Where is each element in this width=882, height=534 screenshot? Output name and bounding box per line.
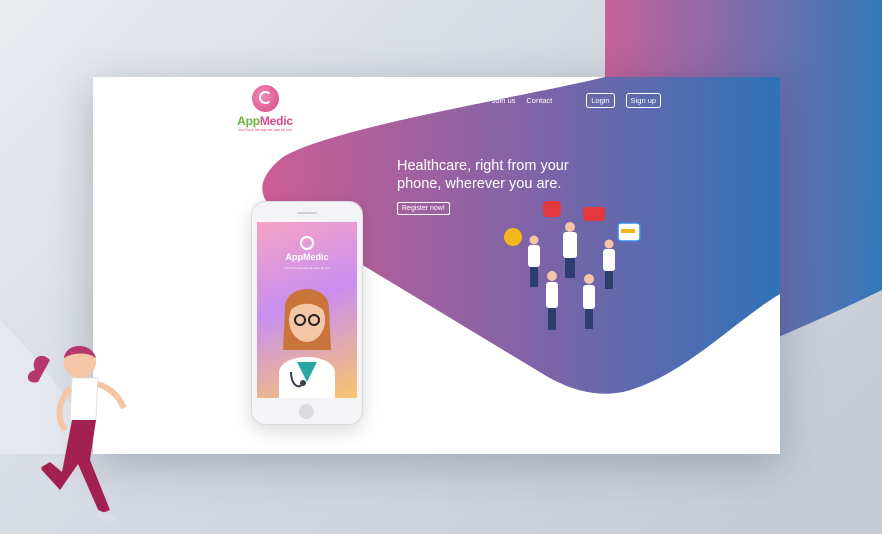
logo-icon xyxy=(251,85,279,112)
nav-home[interactable]: Home xyxy=(430,96,450,105)
signup-button[interactable]: Sign up xyxy=(625,93,662,108)
nav-about[interactable]: About xyxy=(461,96,481,105)
phone-speaker xyxy=(297,212,317,214)
phone-mockup: AppMedic You'll love the way we care for… xyxy=(251,201,363,425)
message-bubble-icon xyxy=(583,207,605,221)
top-nav: Home About Join us Contact Login Sign up xyxy=(430,93,672,108)
landing-page-card: AppMedic You'll love the way we care for… xyxy=(93,77,780,454)
hero-gradient-shape xyxy=(262,77,780,394)
alert-bubble-icon xyxy=(504,228,522,246)
hero-headline: Healthcare, right from your phone, where… xyxy=(397,158,569,192)
phone-screen: AppMedic You'll love the way we care for… xyxy=(257,222,357,398)
doctor-avatar-illustration xyxy=(279,289,335,398)
runner-illustration xyxy=(26,346,127,524)
register-button[interactable]: Register now! xyxy=(397,202,450,215)
login-button[interactable]: Login xyxy=(586,93,615,108)
nav-contact[interactable]: Contact xyxy=(526,96,552,105)
chat-bubble-icon xyxy=(543,201,561,217)
logo[interactable]: AppMedic You'll love the way we care for… xyxy=(233,85,297,132)
nav-join-us[interactable]: Join us xyxy=(492,96,516,105)
brand-tagline: You'll love the way we care for you xyxy=(238,128,292,132)
screenshot: AppMedic You'll love the way we care for… xyxy=(0,0,882,534)
phone-home-button xyxy=(299,404,314,419)
brand-name: AppMedic xyxy=(237,114,293,128)
